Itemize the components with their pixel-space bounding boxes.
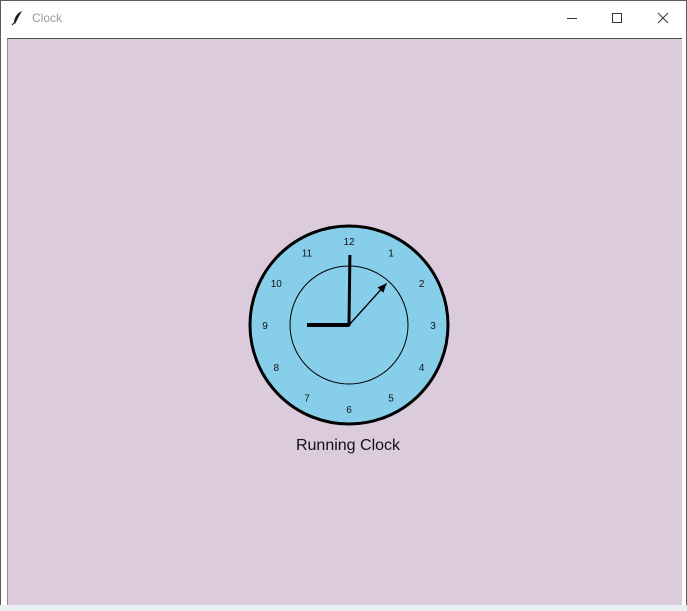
clock-caption: Running Clock [295, 437, 401, 454]
clock-number-6: 6 [346, 405, 352, 416]
clock-number-1: 1 [388, 248, 394, 259]
window-bottom-edge [0, 605, 687, 611]
clock-number-2: 2 [419, 279, 425, 290]
window-title: Clock [32, 11, 63, 25]
clock-number-5: 5 [388, 394, 394, 405]
feather-icon [11, 11, 22, 26]
title-bar[interactable]: Clock [1, 1, 686, 35]
clock-number-9: 9 [262, 321, 268, 332]
clock-number-11: 11 [302, 248, 313, 259]
clock-number-7: 7 [304, 394, 310, 405]
minimize-icon [567, 18, 577, 19]
clock-number-8: 8 [274, 363, 280, 374]
minute-hand [347, 254, 352, 326]
clock-center [347, 323, 351, 327]
clock-number-12: 12 [343, 237, 355, 248]
clock-number-4: 4 [419, 363, 425, 374]
clock-number-3: 3 [430, 321, 436, 332]
maximize-button[interactable] [594, 1, 640, 35]
clock-number-10: 10 [271, 279, 283, 290]
close-button[interactable] [640, 1, 686, 35]
clock-window: Clock 12 1 2 3 4 5 6 7 8 9 10 11 Running Clock [0, 0, 687, 611]
maximize-icon [612, 13, 622, 23]
close-icon [657, 12, 669, 24]
canvas-area: 12 1 2 3 4 5 6 7 8 9 10 11 Running Clock [7, 38, 682, 606]
analog-clock: 121234567891011 [248, 224, 450, 426]
minimize-button[interactable] [549, 1, 595, 35]
